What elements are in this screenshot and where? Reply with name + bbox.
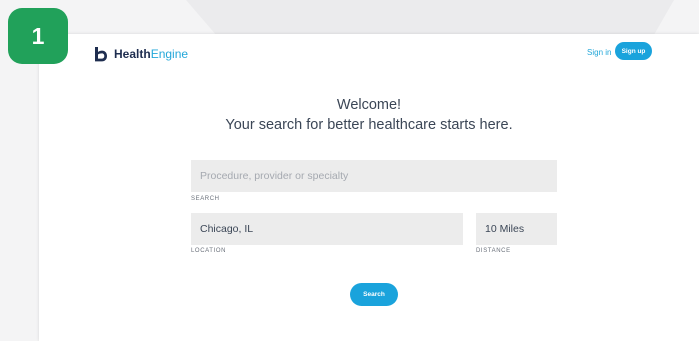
logo-wordmark-engine: Engine [150, 47, 189, 61]
healthengine-logo-icon [95, 47, 107, 62]
welcome-heading: Welcome! [336, 97, 402, 113]
healthengine-logo[interactable]: HealthEngine [94, 44, 188, 64]
logo-wordmark-health: Health [114, 47, 151, 61]
decorative-banner-shape [186, 0, 674, 34]
location-input[interactable]: Chicago, IL [191, 213, 463, 245]
logo-wordmark: HealthEngine [114, 48, 188, 60]
search-field-label: SEARCH [191, 196, 220, 202]
top-backdrop [0, 0, 699, 36]
tagline-heading: Your search for better healthcare starts… [225, 117, 513, 133]
search-button[interactable]: Search [350, 283, 398, 306]
step-number-badge: 1 [8, 8, 68, 64]
page-panel: HealthEngine Sign in Sign up Welcome! Yo… [39, 34, 699, 341]
distance-field-label: DISTANCE [476, 248, 511, 254]
sign-up-button[interactable]: Sign up [615, 42, 652, 60]
distance-select[interactable]: 10 Miles [476, 213, 557, 245]
sign-in-link[interactable]: Sign in [587, 48, 611, 57]
search-input[interactable]: Procedure, provider or specialty [191, 160, 557, 192]
location-field-label: LOCATION [191, 248, 227, 254]
